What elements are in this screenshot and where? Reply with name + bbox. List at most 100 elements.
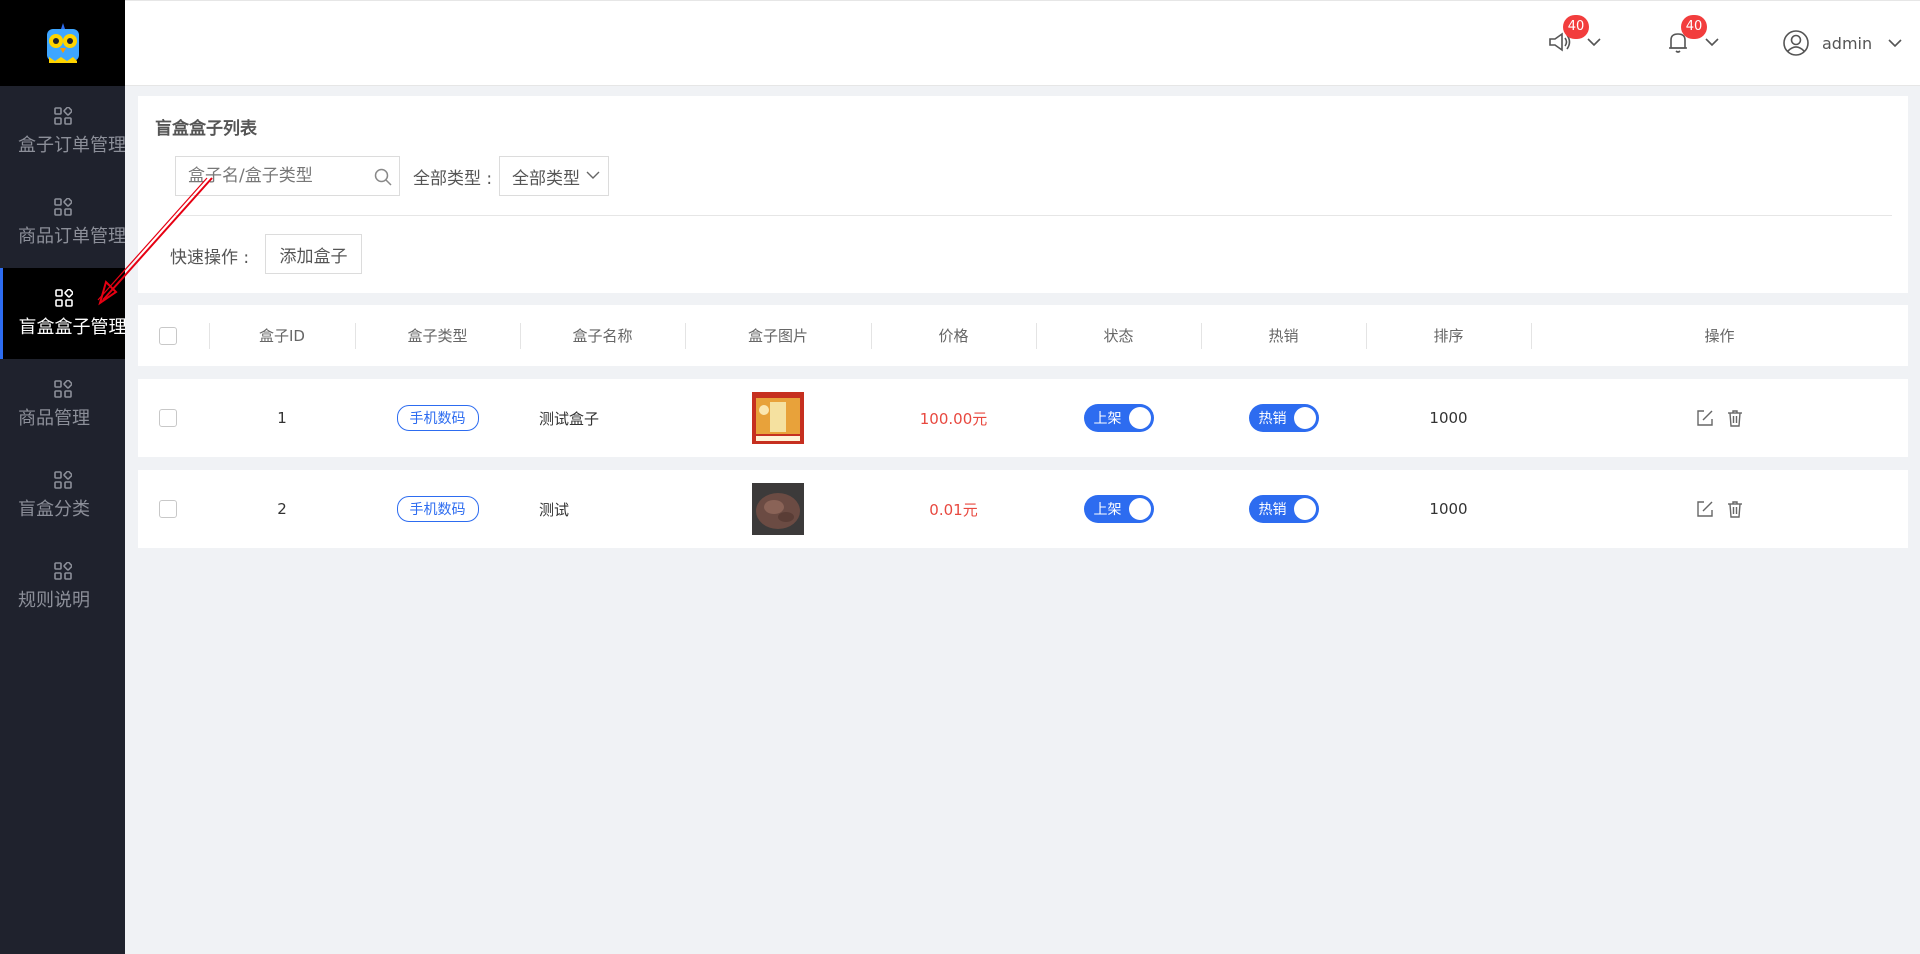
hot-cell: 热销	[1201, 470, 1366, 548]
grid-icon	[53, 470, 72, 489]
row-checkbox[interactable]	[159, 409, 177, 427]
add-box-button[interactable]: 添加盒子	[265, 234, 362, 274]
announcement-badge: 40	[1563, 15, 1589, 39]
delete-icon[interactable]	[1725, 408, 1745, 428]
user-name: admin	[1822, 33, 1873, 53]
search-input[interactable]	[176, 158, 366, 194]
sidebar-item-box-orders[interactable]: 盒子订单管理	[0, 86, 125, 177]
column-header-id: 盒子ID	[259, 327, 305, 345]
column-header-actions: 操作	[1704, 327, 1735, 345]
sidebar-item-rules[interactable]: 规则说明	[0, 541, 125, 632]
sidebar-item-label: 盲盒盒子管理	[18, 316, 126, 338]
box-id: 1	[277, 409, 287, 427]
hot-toggle-label: 热销	[1258, 411, 1287, 427]
sidebar-item-categories[interactable]: 盲盒分类	[0, 450, 125, 541]
box-image-cell	[685, 379, 871, 457]
status-toggle[interactable]: 上架	[1083, 404, 1154, 432]
box-id: 2	[277, 500, 287, 518]
grid-icon	[55, 288, 73, 307]
top-header: 40 40 admin	[125, 0, 1920, 86]
hot-cell: 热销	[1201, 379, 1366, 457]
table-row: 1 手机数码 测试盒子 100.00元 上架 热销 1000	[138, 379, 1908, 457]
hot-toggle[interactable]: 热销	[1248, 404, 1319, 432]
column-header-sort: 排序	[1433, 327, 1464, 345]
sidebar-item-label: 商品订单管理	[18, 225, 125, 247]
logo[interactable]	[0, 0, 125, 86]
delete-icon[interactable]	[1725, 499, 1745, 519]
column-header-type: 盒子类型	[407, 327, 468, 345]
sidebar: 盒子订单管理 商品订单管理 盲盒盒子管理 商品管理 盲盒分类 规则说明	[0, 0, 125, 954]
grid-icon	[53, 197, 72, 216]
notification-badge: 40	[1681, 15, 1707, 39]
sidebar-item-product-orders[interactable]: 商品订单管理	[0, 177, 125, 268]
column-header-image: 盒子图片	[747, 327, 808, 345]
hot-toggle-label: 热销	[1258, 502, 1287, 518]
toggle-knob	[1128, 498, 1151, 520]
box-sort: 1000	[1429, 500, 1468, 518]
grid-icon	[53, 561, 72, 580]
box-type-cell: 手机数码	[355, 470, 520, 548]
quick-actions-label: 快速操作 :	[170, 248, 250, 268]
status-toggle[interactable]: 上架	[1083, 495, 1154, 523]
sidebar-item-label: 盲盒分类	[18, 498, 90, 520]
divider	[175, 215, 1892, 216]
status-cell: 上架	[1036, 470, 1201, 548]
owl-logo-icon	[46, 23, 79, 63]
box-thumbnail[interactable]	[752, 392, 804, 444]
actions-cell	[1531, 470, 1908, 548]
actions-cell	[1531, 379, 1908, 457]
grid-icon	[53, 106, 72, 125]
status-toggle-label: 上架	[1093, 502, 1122, 518]
chevron-down-icon	[1705, 38, 1719, 47]
toggle-knob	[1293, 498, 1316, 520]
user-menu[interactable]: admin	[1782, 29, 1902, 57]
chevron-down-icon	[1587, 38, 1601, 47]
toggle-knob	[1293, 407, 1316, 429]
chevron-down-icon	[586, 171, 600, 179]
sidebar-item-blindbox-manage[interactable]: 盲盒盒子管理	[0, 268, 125, 359]
hot-toggle[interactable]: 热销	[1248, 495, 1319, 523]
box-name: 测试盒子	[539, 409, 600, 428]
type-filter-select[interactable]: 全部类型	[499, 156, 609, 196]
user-avatar-icon	[1783, 30, 1809, 56]
box-type-tag: 手机数码	[396, 405, 479, 431]
page-title: 盲盒盒子列表	[155, 119, 257, 139]
box-price: 100.00元	[919, 409, 988, 428]
filter-panel: 盲盒盒子列表 全部类型 : 全部类型 快速操作 : 添加盒子	[138, 96, 1908, 293]
toggle-knob	[1128, 407, 1151, 429]
box-name: 测试	[539, 500, 570, 519]
table-row: 2 手机数码 测试 0.01元 上架 热销 1000	[138, 470, 1908, 548]
table-header: 盒子ID 盒子类型 盒子名称 盒子图片 价格 状态 热销 排序 操作	[138, 305, 1908, 366]
box-thumbnail[interactable]	[752, 483, 804, 535]
sidebar-item-label: 商品管理	[18, 407, 90, 429]
grid-icon	[53, 379, 72, 398]
column-header-status: 状态	[1103, 327, 1134, 345]
column-header-hot: 热销	[1268, 327, 1299, 345]
sidebar-item-products[interactable]: 商品管理	[0, 359, 125, 450]
announcement-menu[interactable]: 40	[1547, 15, 1601, 55]
edit-icon[interactable]	[1695, 499, 1715, 519]
sidebar-item-label: 盒子订单管理	[18, 134, 125, 156]
notification-menu[interactable]: 40	[1665, 15, 1719, 55]
status-cell: 上架	[1036, 379, 1201, 457]
row-checkbox[interactable]	[159, 500, 177, 518]
status-toggle-label: 上架	[1093, 411, 1122, 427]
row-checkbox-cell	[138, 379, 198, 457]
column-header-name: 盒子名称	[572, 327, 633, 345]
box-image-cell	[685, 470, 871, 548]
box-type-cell: 手机数码	[355, 379, 520, 457]
header-checkbox-cell	[138, 305, 198, 366]
box-price: 0.01元	[929, 500, 978, 519]
type-filter-value: 全部类型	[512, 168, 580, 189]
search-box	[175, 156, 400, 196]
box-type-tag: 手机数码	[396, 496, 479, 522]
column-header-price: 价格	[938, 327, 969, 345]
chevron-down-icon	[1888, 39, 1902, 48]
select-all-checkbox[interactable]	[159, 326, 177, 345]
type-filter-label: 全部类型 :	[413, 169, 493, 189]
box-sort: 1000	[1429, 409, 1468, 427]
edit-icon[interactable]	[1695, 408, 1715, 428]
sidebar-item-label: 规则说明	[18, 589, 90, 611]
row-checkbox-cell	[138, 470, 198, 548]
search-icon[interactable]	[373, 167, 393, 187]
